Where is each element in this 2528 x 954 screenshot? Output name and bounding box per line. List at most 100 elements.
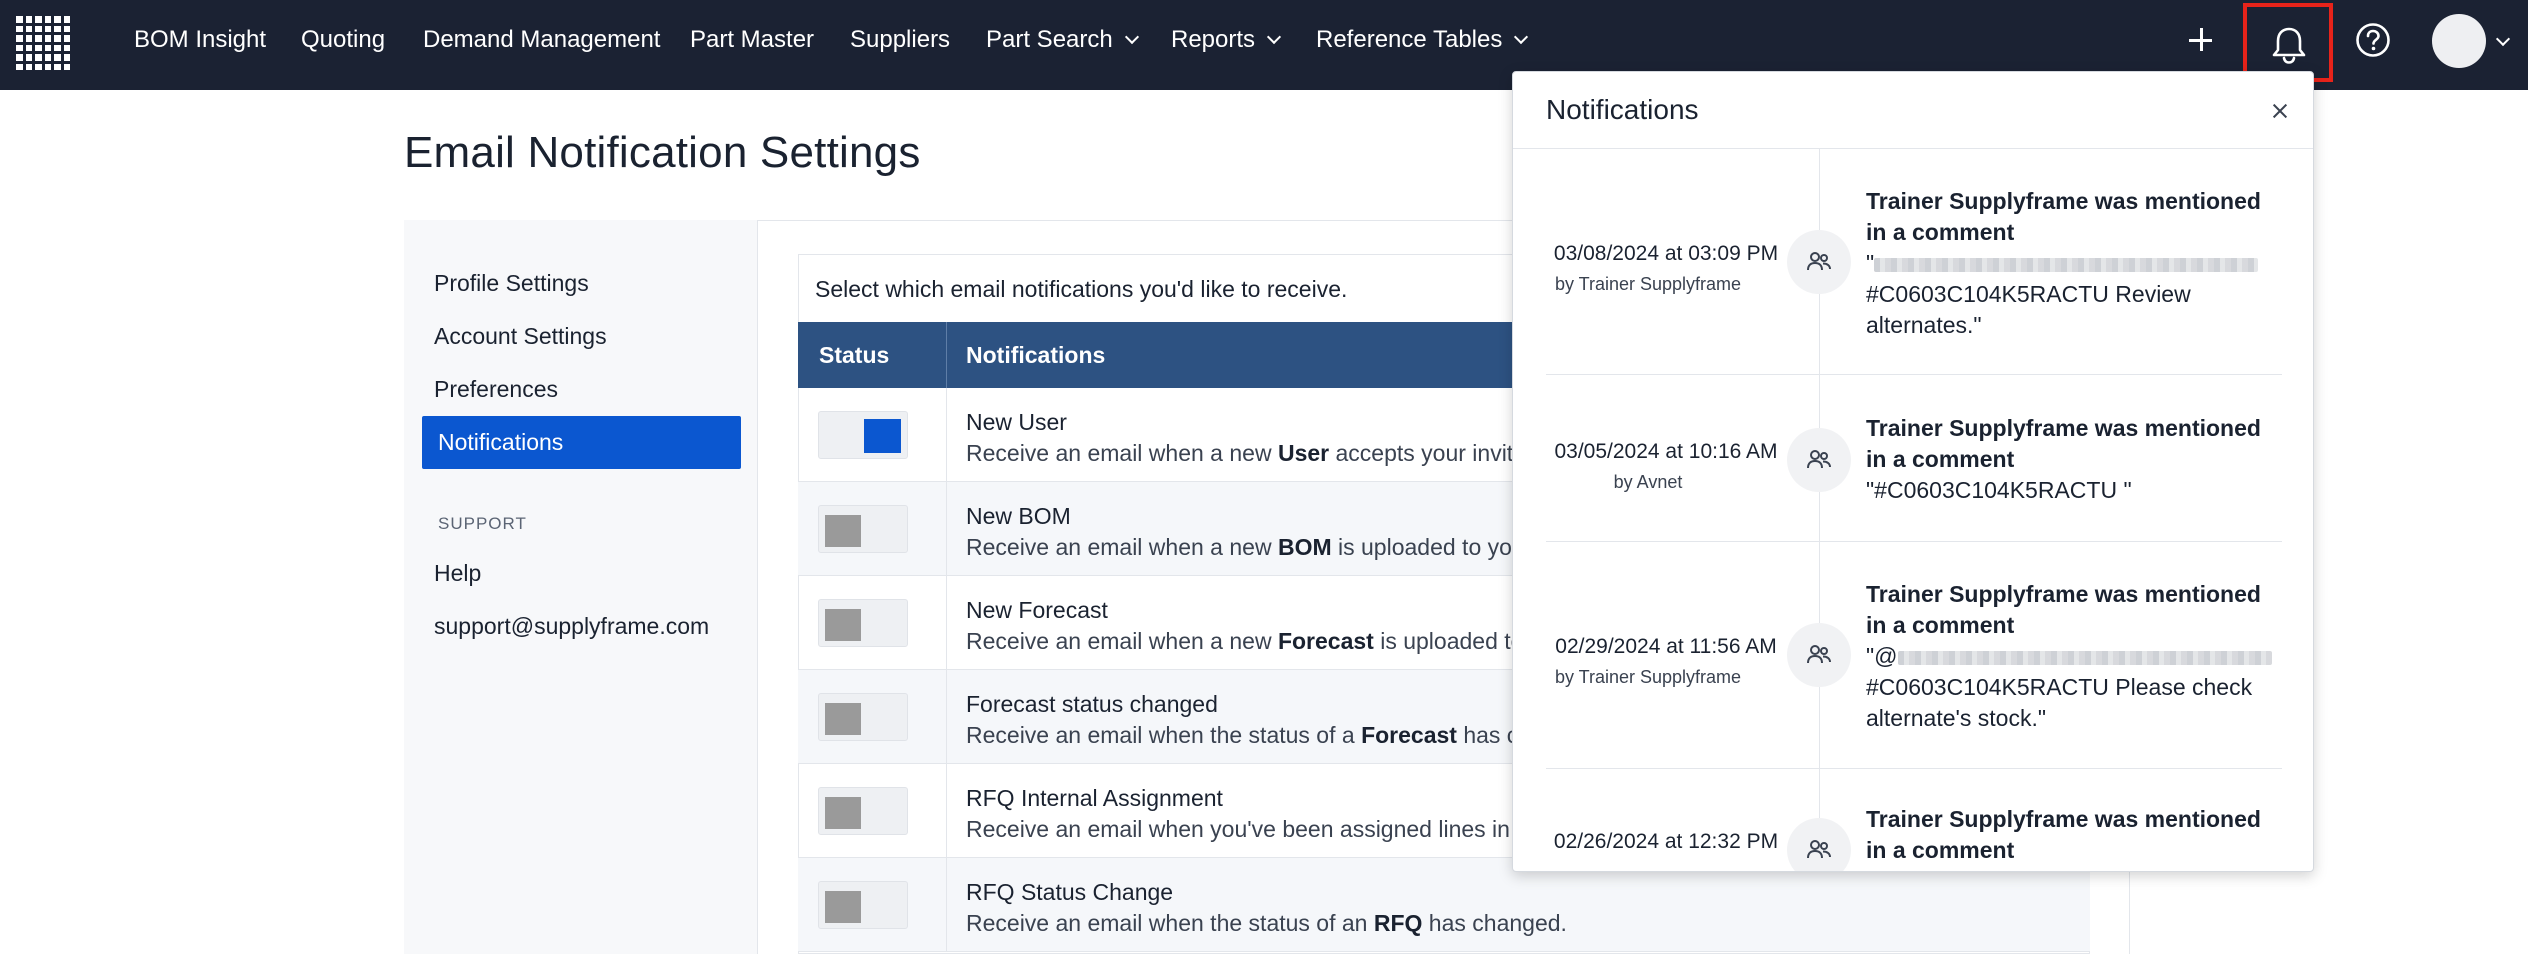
user-group-icon — [1787, 230, 1851, 294]
new-bom-toggle[interactable] — [818, 505, 908, 553]
nav-demand-management[interactable]: Demand Management — [423, 0, 660, 90]
nav-suppliers[interactable]: Suppliers — [850, 0, 950, 90]
nav-item-label: Part Search — [986, 26, 1113, 53]
column-header-notifications: Notifications — [966, 342, 1106, 368]
body-prefix: " — [1866, 250, 1875, 276]
nav-item-label: Reference Tables — [1316, 26, 1503, 53]
close-icon[interactable] — [2269, 100, 2291, 122]
desc-text: Receive an email when the status of an — [966, 910, 1374, 936]
avatar[interactable] — [2432, 14, 2486, 68]
notification-date: 02/26/2024 at 12:32 PM — [1553, 830, 1779, 853]
nav-part-search[interactable]: Part Search — [986, 0, 1139, 90]
chevron-down-icon — [1514, 29, 1529, 45]
bell-icon — [2272, 27, 2306, 64]
desc-text: accepts your invit — [1329, 440, 1514, 466]
sidebar-item-account-settings[interactable]: Account Settings — [434, 323, 607, 350]
body-text: #C0603C104K5RACTU Review alternates." — [1866, 281, 2191, 338]
desc-text: Receive an email when a new — [966, 534, 1278, 560]
toggle-knob — [825, 703, 861, 735]
support-email-link[interactable]: support@supplyframe.com — [434, 613, 709, 640]
nav-reference-tables[interactable]: Reference Tables — [1316, 0, 1529, 90]
notification-description: Receive an email when a new BOM is uploa… — [966, 534, 1525, 561]
chevron-down-icon — [1124, 29, 1139, 45]
nav-item-label: Reports — [1171, 26, 1256, 53]
notification-description: Receive an email when a new User accepts… — [966, 440, 1513, 467]
notification-body: "#C0603C104K5RACTU " — [1866, 477, 2132, 503]
nav-reports[interactable]: Reports — [1171, 0, 1282, 90]
sidebar-item-notifications[interactable]: Notifications — [422, 416, 741, 469]
notification-title: New BOM — [966, 503, 1071, 529]
nav-item-label: Quoting — [301, 26, 386, 53]
desc-text: Receive an email when a new — [966, 628, 1278, 654]
notification-heading[interactable]: Trainer Supplyframe was mentioned in a c… — [1866, 804, 2286, 866]
toggle-knob — [825, 609, 861, 641]
notification-title: Forecast status changed — [966, 691, 1218, 717]
grid-logo-icon[interactable] — [16, 16, 70, 70]
notification-title: RFQ Internal Assignment — [966, 785, 1223, 811]
notification-heading[interactable]: Trainer Supplyframe was mentioned in a c… — [1866, 579, 2286, 641]
notification-separator — [1546, 374, 2282, 375]
body-text: #C0603C104K5RACTU Please check alternate… — [1866, 674, 2253, 731]
notification-date: 03/05/2024 at 10:16 AM — [1554, 440, 1778, 463]
notification-date: 03/08/2024 at 03:09 PM — [1553, 242, 1779, 265]
user-group-icon — [1787, 428, 1851, 492]
column-divider — [946, 764, 947, 858]
notification-heading[interactable]: Trainer Supplyframe was mentioned in a c… — [1866, 413, 2286, 475]
notification-separator — [1546, 541, 2282, 542]
nav-item-label: Demand Management — [423, 26, 661, 53]
notification-description: Receive an email when a new Forecast is … — [966, 628, 1523, 655]
plus-icon[interactable] — [2184, 22, 2218, 56]
user-group-icon — [1787, 818, 1851, 871]
notification-body: " #C0603C104K5RACTU Review alternates." — [1866, 248, 2286, 341]
rfq-internal-assignment-toggle[interactable] — [818, 787, 908, 835]
nav-item-label: BOM Insight — [134, 26, 267, 53]
help-circle-icon[interactable] — [2355, 22, 2391, 58]
desc-text: Receive an email when you've been assign… — [966, 816, 1510, 842]
notification-description: Receive an email when you've been assign… — [966, 816, 1510, 843]
column-divider — [946, 322, 947, 388]
notification-author: by Trainer Supplyframe — [1554, 274, 1742, 294]
column-header-status: Status — [819, 342, 890, 368]
desc-text: Receive an email when a new — [966, 440, 1278, 466]
desc-text: is uploaded to you — [1331, 534, 1525, 560]
notification-separator — [1546, 768, 2282, 769]
toggle-knob — [825, 515, 861, 547]
notification-title: RFQ Status Change — [966, 879, 1174, 905]
chevron-down-icon[interactable] — [2495, 31, 2511, 47]
notification-description: Receive an email when the status of a Fo… — [966, 722, 1518, 749]
desc-text: is uploaded to — [1373, 628, 1524, 654]
desc-bold: Forecast — [1277, 628, 1374, 654]
nav-part-master[interactable]: Part Master — [690, 0, 814, 90]
nav-item-label: Suppliers — [850, 26, 951, 53]
desc-text: has changed. — [1422, 910, 1567, 936]
notification-title: New User — [966, 409, 1067, 435]
column-divider — [946, 670, 947, 764]
new-user-toggle[interactable] — [818, 411, 908, 459]
body-prefix: "@ — [1866, 643, 1898, 669]
desc-bold: Forecast — [1361, 722, 1457, 748]
page-title: Email Notification Settings — [404, 128, 921, 177]
toggle-knob — [864, 419, 901, 453]
rfq-status-change-toggle[interactable] — [818, 881, 908, 929]
sidebar-item-preferences[interactable]: Preferences — [434, 376, 558, 403]
forecast-status-toggle[interactable] — [818, 693, 908, 741]
nav-quoting[interactable]: Quoting — [301, 0, 385, 90]
new-forecast-toggle[interactable] — [818, 599, 908, 647]
redacted-text — [1874, 257, 2259, 272]
toggle-knob — [825, 797, 861, 829]
sidebar-item-help[interactable]: Help — [434, 560, 481, 587]
sidebar-item-profile-settings[interactable]: Profile Settings — [434, 270, 589, 297]
notification-date: 02/29/2024 at 11:56 AM — [1555, 635, 1777, 658]
user-group-icon — [1787, 623, 1851, 687]
desc-text: Receive an email when the status of a — [966, 722, 1362, 748]
column-divider — [946, 388, 947, 482]
desc-bold: BOM — [1277, 534, 1332, 560]
nav-bom-insight[interactable]: BOM Insight — [134, 0, 266, 90]
desc-text: has c — [1456, 722, 1519, 748]
column-divider — [946, 576, 947, 670]
notification-author: by Avnet — [1613, 472, 1683, 492]
support-section-heading: SUPPORT — [438, 514, 527, 533]
chevron-down-icon — [1266, 29, 1282, 45]
notification-heading[interactable]: Trainer Supplyframe was mentioned in a c… — [1866, 186, 2286, 248]
nav-item-label: Part Master — [690, 26, 815, 53]
